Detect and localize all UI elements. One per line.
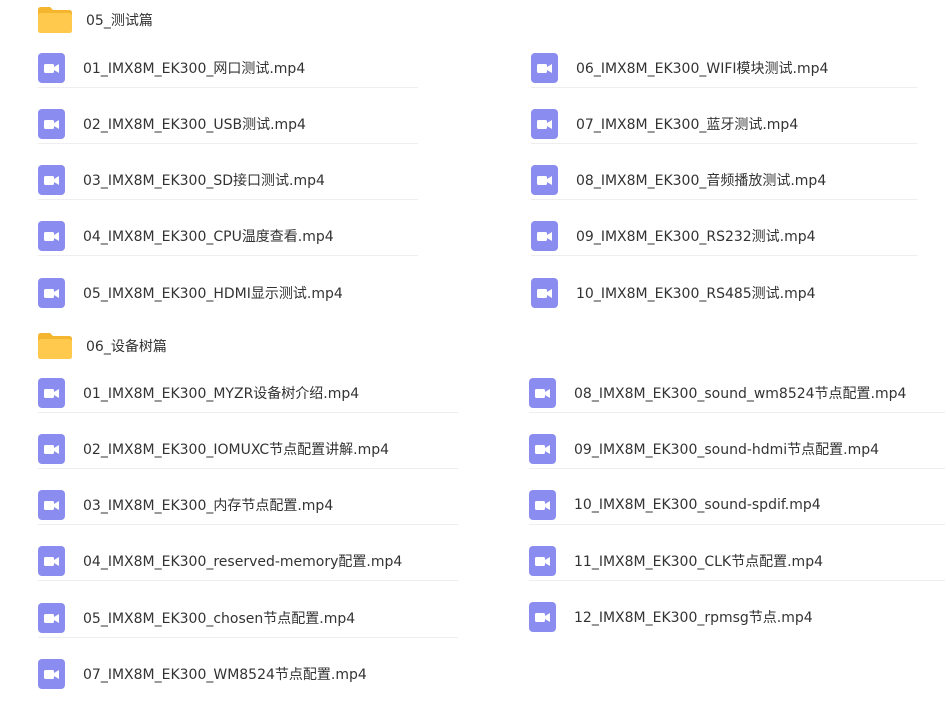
file-name: 10_IMX8M_EK300_RS485测试.mp4 [576, 286, 816, 302]
folder-icon [38, 7, 72, 33]
file-name: 03_IMX8M_EK300_内存节点配置.mp4 [83, 497, 334, 514]
video-icon [531, 164, 558, 195]
video-icon [38, 220, 65, 251]
video-icon [38, 278, 65, 308]
file-name: 12_IMX8M_EK300_rpmsg节点.mp4 [574, 610, 813, 626]
file-name: 10_IMX8M_EK300_sound-spdif.mp4 [574, 496, 821, 513]
file-row[interactable]: 06_IMX8M_EK300_WIFI模块测试.mp4 [531, 48, 917, 88]
folder-icon [38, 333, 72, 359]
video-icon [531, 220, 558, 251]
video-icon [529, 433, 556, 464]
video-icon [529, 377, 556, 408]
file-row[interactable]: 03_IMX8M_EK300_内存节点配置.mp4 [38, 485, 458, 525]
file-row[interactable]: 01_IMX8M_EK300_网口测试.mp4 [38, 48, 418, 88]
file-name: 09_IMX8M_EK300_sound-hdmi节点配置.mp4 [574, 441, 880, 458]
file-name: 06_IMX8M_EK300_WIFI模块测试.mp4 [576, 60, 829, 77]
file-name: 02_IMX8M_EK300_IOMUXC节点配置讲解.mp4 [83, 441, 390, 458]
file-row[interactable]: 05_IMX8M_EK300_chosen节点配置.mp4 [38, 598, 458, 638]
folder-row-06[interactable]: 06_设备树篇 [38, 331, 167, 361]
file-row[interactable]: 12_IMX8M_EK300_rpmsg节点.mp4 [529, 597, 945, 637]
file-name: 08_IMX8M_EK300_音频播放测试.mp4 [576, 172, 827, 189]
file-row[interactable]: 10_IMX8M_EK300_sound-spdif.mp4 [529, 485, 945, 525]
video-icon [531, 52, 558, 83]
file-name: 03_IMX8M_EK300_SD接口测试.mp4 [83, 172, 325, 189]
file-name: 02_IMX8M_EK300_USB测试.mp4 [83, 116, 306, 133]
video-icon [38, 659, 65, 689]
folder-label: 06_设备树篇 [86, 339, 167, 355]
file-row[interactable]: 07_IMX8M_EK300_蓝牙测试.mp4 [531, 104, 917, 144]
video-icon [38, 489, 65, 520]
file-name: 07_IMX8M_EK300_蓝牙测试.mp4 [576, 116, 799, 133]
video-icon [531, 278, 558, 308]
file-name: 07_IMX8M_EK300_WM8524节点配置.mp4 [83, 667, 367, 683]
file-row[interactable]: 02_IMX8M_EK300_USB测试.mp4 [38, 104, 418, 144]
file-name: 09_IMX8M_EK300_RS232测试.mp4 [576, 228, 816, 245]
video-icon [38, 602, 65, 633]
file-row[interactable]: 04_IMX8M_EK300_reserved-memory配置.mp4 [38, 541, 458, 581]
video-icon [38, 377, 65, 408]
file-name: 05_IMX8M_EK300_HDMI显示测试.mp4 [83, 286, 343, 302]
file-row[interactable]: 03_IMX8M_EK300_SD接口测试.mp4 [38, 160, 418, 200]
file-name: 01_IMX8M_EK300_网口测试.mp4 [83, 60, 306, 77]
file-row[interactable]: 08_IMX8M_EK300_sound_wm8524节点配置.mp4 [529, 373, 945, 413]
file-row[interactable]: 02_IMX8M_EK300_IOMUXC节点配置讲解.mp4 [38, 429, 458, 469]
file-row[interactable]: 01_IMX8M_EK300_MYZR设备树介绍.mp4 [38, 373, 458, 413]
folder-label: 05_测试篇 [86, 13, 153, 29]
video-icon [529, 489, 556, 520]
file-name: 04_IMX8M_EK300_CPU温度查看.mp4 [83, 228, 334, 245]
folder-row-05[interactable]: 05_测试篇 [38, 5, 153, 35]
video-icon [38, 108, 65, 139]
video-icon [38, 433, 65, 464]
file-row[interactable]: 09_IMX8M_EK300_sound-hdmi节点配置.mp4 [529, 429, 945, 469]
file-row[interactable]: 07_IMX8M_EK300_WM8524节点配置.mp4 [38, 654, 458, 694]
video-icon [38, 52, 65, 83]
file-row[interactable]: 10_IMX8M_EK300_RS485测试.mp4 [531, 273, 917, 313]
video-icon [529, 545, 556, 576]
file-row[interactable]: 08_IMX8M_EK300_音频播放测试.mp4 [531, 160, 917, 200]
file-name: 04_IMX8M_EK300_reserved-memory配置.mp4 [83, 553, 403, 570]
file-name: 08_IMX8M_EK300_sound_wm8524节点配置.mp4 [574, 385, 907, 402]
video-icon [531, 108, 558, 139]
video-icon [38, 545, 65, 576]
file-row[interactable]: 11_IMX8M_EK300_CLK节点配置.mp4 [529, 541, 945, 581]
file-row[interactable]: 04_IMX8M_EK300_CPU温度查看.mp4 [38, 216, 418, 256]
file-name: 01_IMX8M_EK300_MYZR设备树介绍.mp4 [83, 385, 360, 402]
video-icon [529, 602, 556, 632]
file-name: 05_IMX8M_EK300_chosen节点配置.mp4 [83, 610, 356, 627]
file-name: 11_IMX8M_EK300_CLK节点配置.mp4 [574, 553, 823, 570]
file-row[interactable]: 09_IMX8M_EK300_RS232测试.mp4 [531, 216, 917, 256]
video-icon [38, 164, 65, 195]
file-row[interactable]: 05_IMX8M_EK300_HDMI显示测试.mp4 [38, 273, 418, 313]
